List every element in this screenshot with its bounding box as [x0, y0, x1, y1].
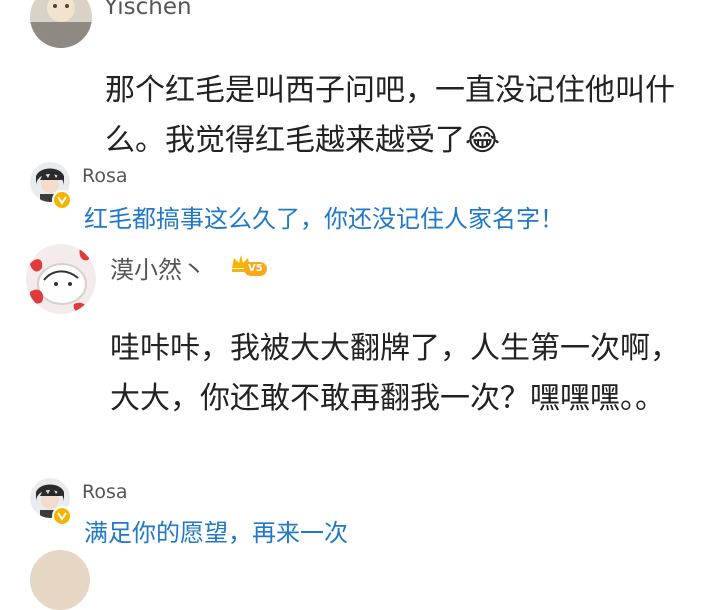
avatar-yischen[interactable] [30, 0, 92, 48]
level-badge: V5 [244, 262, 267, 276]
comment-body: 哇咔咔，我被大大翻牌了，人生第一次啊，大大，你还敢不敢再翻我一次？嘿嘿嘿。。 [110, 324, 690, 424]
reply-text: 满足你的愿望，再来一次 [84, 519, 348, 547]
comment-body: 那个红毛是叫西子问吧，一直没记住他叫什么。我觉得红毛越来越受了😂 [105, 66, 695, 166]
comment-author-name[interactable]: Yischen [104, 0, 192, 20]
reply-text: 红毛都搞事这么久了，你还没记住人家名字！ [84, 205, 564, 233]
reply-author-name[interactable]: Rosa [82, 481, 128, 503]
avatar-next-comment[interactable] [30, 550, 90, 610]
verified-v-icon [52, 190, 72, 210]
comment-text: 哇咔咔，我被大大翻牌了，人生第一次啊，大大，你还敢不敢再翻我一次？嘿嘿嘿。。 [110, 331, 680, 416]
comment-text: 那个红毛是叫西子问吧，一直没记住他叫什么。我觉得红毛越来越受了😂 [105, 73, 675, 158]
level-badge-label: V5 [248, 263, 263, 274]
comment-author-name[interactable]: 漠小然丶 [110, 250, 206, 285]
verified-v-icon [52, 506, 72, 526]
reply-author-name[interactable]: Rosa [82, 165, 128, 187]
avatar-mo-xiao-ran[interactable] [26, 244, 96, 314]
